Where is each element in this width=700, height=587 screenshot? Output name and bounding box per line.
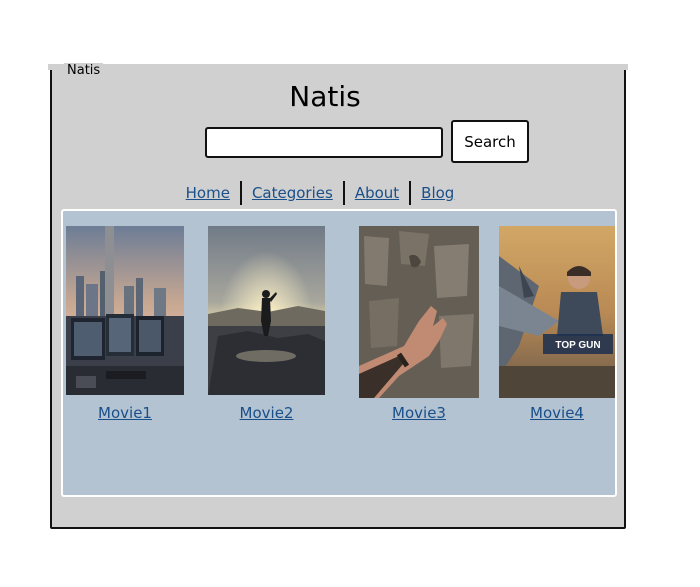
search-input[interactable] [205, 127, 443, 158]
movie1-poster[interactable] [66, 226, 184, 395]
nav-link-about[interactable]: About [345, 184, 409, 202]
movie1-title-link[interactable]: Movie1 [66, 404, 184, 422]
frame-top-border [48, 64, 628, 70]
nav-link-home[interactable]: Home [176, 184, 240, 202]
nav-link-categories[interactable]: Categories [242, 184, 343, 202]
movie4-title-link[interactable]: Movie4 [499, 404, 615, 422]
page: Natis Natis Search Home Categories About… [0, 0, 700, 587]
search-button[interactable]: Search [451, 120, 529, 163]
main-nav: Home Categories About Blog [0, 180, 640, 206]
frame-label: Natis [64, 63, 104, 79]
movie-gallery: Movie1 Movie2 Movie3 TOP GUN Movie4 [61, 209, 617, 497]
movie4-poster[interactable]: TOP GUN [499, 226, 615, 398]
movie2-title-link[interactable]: Movie2 [208, 404, 325, 422]
site-title: Natis [289, 80, 361, 113]
nav-link-blog[interactable]: Blog [411, 184, 464, 202]
movie3-title-link[interactable]: Movie3 [359, 404, 479, 422]
movie3-poster[interactable] [359, 226, 479, 398]
movie2-poster[interactable] [208, 226, 325, 395]
movie4-poster-text: TOP GUN [555, 340, 600, 351]
